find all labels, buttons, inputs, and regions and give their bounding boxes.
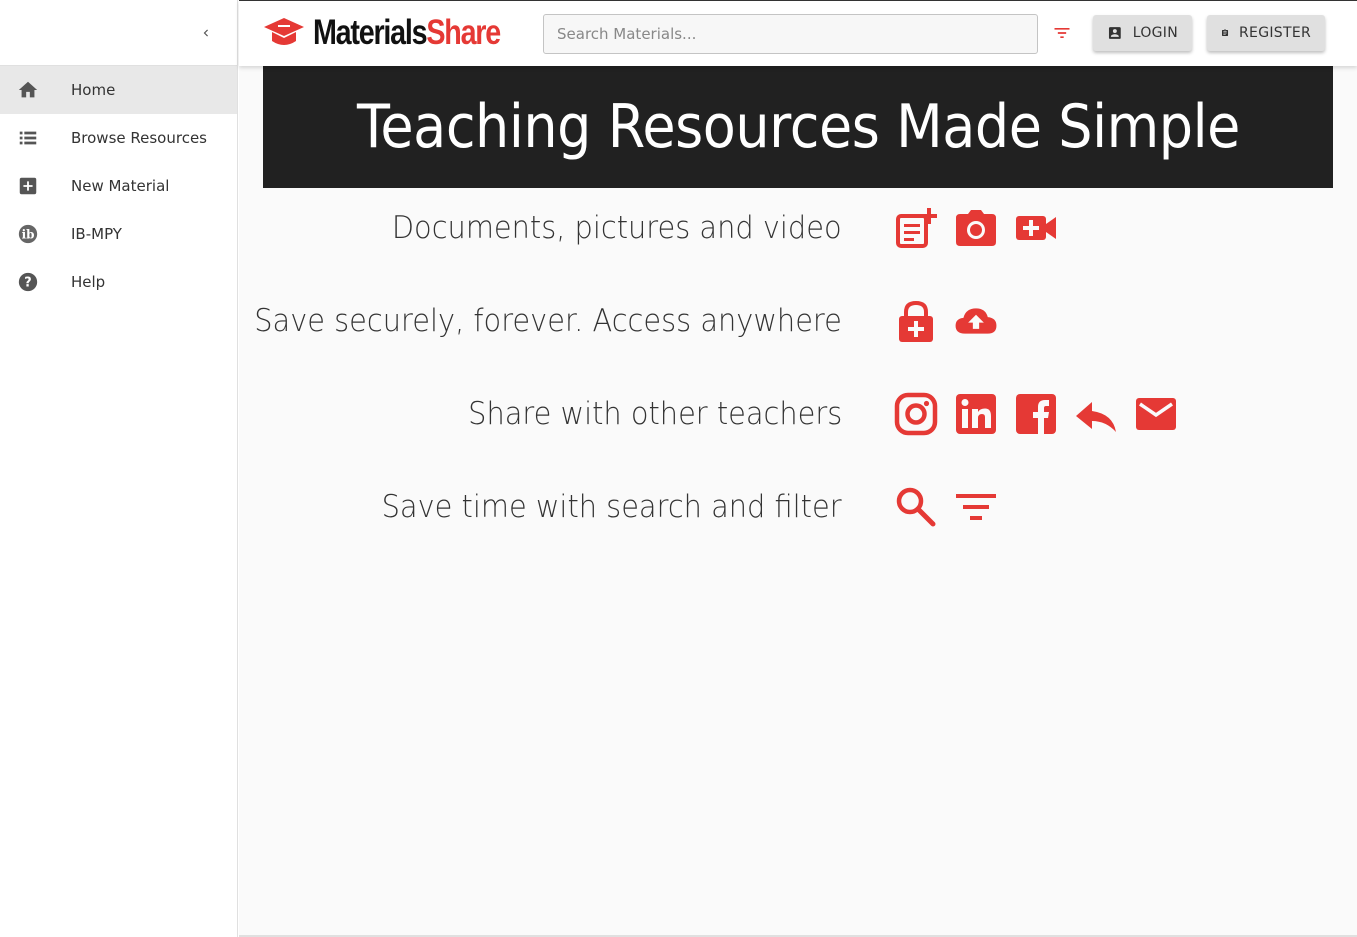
search-input[interactable] bbox=[543, 14, 1038, 54]
sidebar-item-ib-mpy[interactable]: ib IB-MPY bbox=[0, 210, 237, 258]
sidebar-item-label: IB-MPY bbox=[71, 225, 122, 243]
svg-text:?: ? bbox=[24, 276, 31, 291]
sidebar-item-browse-resources[interactable]: Browse Resources bbox=[0, 114, 237, 162]
hero-banner: Teaching Resources Made Simple bbox=[263, 66, 1333, 188]
feature-icons bbox=[894, 477, 1014, 537]
note-add-icon bbox=[894, 206, 938, 250]
feature-row-search: Save time with search and filter bbox=[239, 477, 1357, 537]
chevron-left-icon[interactable] bbox=[194, 21, 218, 45]
sidebar-item-new-material[interactable]: New Material bbox=[0, 162, 237, 210]
graduation-cap-icon bbox=[264, 18, 304, 45]
ib-logo-icon: ib bbox=[0, 223, 71, 245]
instagram-icon bbox=[894, 392, 938, 436]
feature-text: Save time with search and filter bbox=[382, 489, 842, 525]
login-label: LOGIN bbox=[1132, 25, 1178, 41]
sidebar: Home Browse Resources New Material ib IB… bbox=[0, 0, 238, 937]
feature-icons bbox=[894, 198, 1074, 258]
sidebar-header bbox=[0, 0, 237, 66]
cloud-upload-icon bbox=[954, 299, 998, 343]
home-icon bbox=[0, 79, 71, 101]
list-icon bbox=[0, 127, 71, 149]
app-header: MaterialsShare LOGIN REGISTER bbox=[239, 0, 1357, 66]
video-add-icon bbox=[1014, 206, 1058, 250]
banner-title: Teaching Resources Made Simple bbox=[356, 92, 1240, 162]
filter-icon bbox=[954, 485, 998, 529]
logo[interactable]: MaterialsShare bbox=[263, 13, 541, 53]
camera-icon bbox=[954, 206, 998, 250]
main-content: Teaching Resources Made Simple Documents… bbox=[239, 66, 1357, 935]
feature-text: Share with other teachers bbox=[467, 396, 842, 432]
feature-row-share: Share with other teachers bbox=[239, 384, 1357, 444]
lock-add-icon bbox=[894, 299, 938, 343]
help-icon: ? bbox=[0, 271, 71, 293]
filter-icon[interactable] bbox=[1050, 21, 1074, 45]
sidebar-item-label: Help bbox=[71, 273, 106, 291]
search-icon bbox=[894, 485, 938, 529]
reply-icon bbox=[1074, 392, 1118, 436]
sidebar-item-label: Browse Resources bbox=[71, 129, 207, 147]
logo-text: MaterialsShare bbox=[313, 13, 501, 52]
login-button[interactable]: LOGIN bbox=[1093, 15, 1192, 51]
register-button[interactable]: REGISTER bbox=[1207, 15, 1325, 51]
register-label: REGISTER bbox=[1239, 25, 1311, 41]
feature-text: Save securely, forever. Access anywhere bbox=[254, 303, 842, 339]
sidebar-item-home[interactable]: Home bbox=[0, 66, 237, 114]
feature-icons bbox=[894, 291, 1014, 351]
clipboard-icon bbox=[1222, 29, 1229, 37]
sidebar-item-label: Home bbox=[71, 81, 116, 99]
facebook-icon bbox=[1014, 392, 1058, 436]
email-icon bbox=[1134, 392, 1178, 436]
sidebar-nav: Home Browse Resources New Material ib IB… bbox=[0, 66, 237, 306]
feature-text: Documents, pictures and video bbox=[392, 210, 842, 246]
feature-icons bbox=[894, 384, 1194, 444]
feature-row-media: Documents, pictures and video bbox=[239, 198, 1357, 258]
feature-row-security: Save securely, forever. Access anywhere bbox=[239, 291, 1357, 351]
linkedin-icon bbox=[954, 392, 998, 436]
sidebar-item-label: New Material bbox=[71, 177, 170, 195]
sidebar-item-help[interactable]: ? Help bbox=[0, 258, 237, 306]
svg-text:ib: ib bbox=[22, 228, 35, 242]
add-box-icon bbox=[0, 175, 71, 197]
account-box-icon bbox=[1108, 27, 1121, 39]
